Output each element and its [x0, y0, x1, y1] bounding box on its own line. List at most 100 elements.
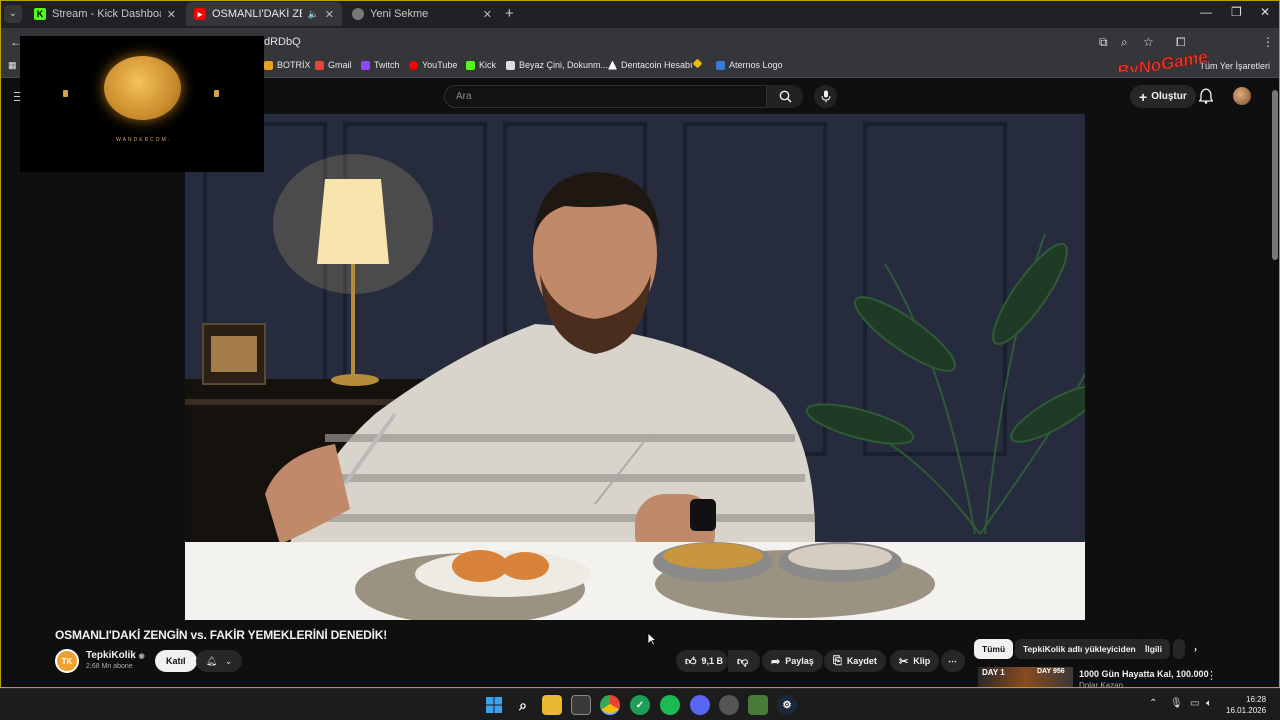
binance-icon	[692, 58, 703, 69]
chevron-down-icon: ⌄	[224, 655, 233, 666]
botrix-icon	[264, 60, 273, 70]
menu-icon[interactable]: ⋮	[1262, 35, 1274, 49]
share-button[interactable]: ➦ Paylaş	[762, 650, 823, 672]
discord-icon[interactable]	[690, 695, 710, 715]
thumbs-up-icon: 👍︎	[685, 655, 697, 668]
recommendation-thumbnail[interactable]: DAY 1 DAY 956	[978, 667, 1073, 689]
overlay-brand-text: .WANDERCOM.	[112, 137, 172, 143]
search-input[interactable]: Ara	[444, 85, 767, 108]
tab-label: Yeni Sekme	[370, 8, 429, 20]
scissors-icon: ✂	[899, 655, 909, 668]
aternos-icon	[716, 60, 725, 70]
moon-logo-icon	[104, 56, 181, 120]
chrome-taskbar-icon[interactable]	[600, 695, 620, 715]
chip-related[interactable]: İlgili	[1137, 639, 1170, 659]
app-green-icon[interactable]: ✓	[630, 695, 650, 715]
notifications-bell-icon[interactable]	[1199, 88, 1213, 104]
chips-next-button[interactable]: ›	[1190, 639, 1201, 659]
speaker-icon[interactable]: 🔈	[308, 9, 319, 20]
channel-name[interactable]: TepkiKolik ◉	[86, 650, 145, 661]
like-button[interactable]: 👍︎ 9,1 B	[676, 650, 728, 672]
gmail-icon	[315, 60, 324, 70]
bynogame-logo: ByNoGame	[1115, 47, 1209, 72]
share-icon: ➦	[771, 655, 781, 668]
tab-kick-dashboard[interactable]: K Stream - Kick Dashboard ✕	[26, 2, 184, 26]
thumb-label-left: DAY 1	[982, 668, 1005, 677]
youtube-icon	[409, 60, 418, 70]
close-tab-icon[interactable]: ✕	[167, 8, 176, 21]
volume-icon[interactable]: 🔈︎	[1206, 698, 1212, 709]
apps-icon[interactable]: ▦	[8, 60, 17, 71]
bookmark-binance[interactable]	[692, 58, 705, 69]
subscribed-notification-button[interactable]: 🔔︎ ⌄	[196, 650, 242, 672]
tab-label: OSMANLI'DAKİ ZENGİN vs.	[212, 8, 302, 20]
create-button[interactable]: + Oluştur	[1130, 85, 1196, 108]
bookmark-kick[interactable]: Kick	[466, 60, 496, 70]
chip-from-uploader[interactable]: TepkiKolik adlı yükleyiciden	[1015, 639, 1144, 659]
steam-icon[interactable]: ⚙	[777, 695, 797, 715]
tab-search-button[interactable]: ⌄	[4, 5, 22, 23]
tab-youtube-video[interactable]: ▸ OSMANLI'DAKİ ZENGİN vs. 🔈 ✕	[186, 2, 342, 26]
bookmark-beyaz-cini[interactable]: Beyaz Çini, Dokunm...	[506, 60, 608, 70]
mouse-cursor-icon	[647, 632, 657, 646]
dislike-button[interactable]: 👎︎	[728, 650, 760, 672]
bookmark-label: Twitch	[374, 60, 400, 70]
page-icon	[506, 60, 515, 70]
dentacoin-icon	[608, 60, 617, 70]
address-bar[interactable]: dRDbQ	[264, 36, 301, 48]
minimize-icon[interactable]: —	[1200, 5, 1212, 19]
voice-search-button[interactable]	[814, 85, 837, 108]
bookmark-label: YouTube	[422, 60, 458, 70]
recommendation-title[interactable]: 1000 Gün Hayatta Kal, 100.000	[1079, 669, 1209, 679]
save-button[interactable]: ⎘ Kaydet	[824, 650, 886, 672]
store-icon[interactable]	[571, 695, 591, 715]
user-avatar[interactable]	[1233, 87, 1251, 105]
bookmark-label: Kick	[479, 60, 497, 70]
bell-icon: 🔔︎	[205, 655, 218, 666]
close-tab-icon[interactable]: ✕	[483, 8, 492, 21]
join-button[interactable]: Katıl	[155, 650, 197, 672]
bookmark-botrix[interactable]: BOTRİX	[264, 60, 311, 70]
restore-icon[interactable]: ❐	[1231, 5, 1242, 19]
video-title: OSMANLI'DAKİ ZENGİN vs. FAKİR YEMEKLERİN…	[55, 628, 387, 642]
like-count: 9,1 B	[701, 656, 724, 666]
close-tab-icon[interactable]: ✕	[325, 8, 334, 21]
channel-avatar[interactable]: TK	[55, 649, 79, 673]
screen: ⌄ K Stream - Kick Dashboard ✕ ▸ OSMANLI'…	[0, 0, 1280, 720]
page-scrollbar[interactable]	[1272, 90, 1278, 260]
tray-mic-icon[interactable]: 🎙︎	[1170, 698, 1183, 709]
spotify-icon[interactable]	[660, 695, 680, 715]
chip-all[interactable]: Tümü	[974, 639, 1014, 659]
kick-icon: K	[34, 8, 46, 20]
clip-button[interactable]: ✂ Klip	[890, 650, 940, 672]
clock-time: 16:28	[1246, 695, 1267, 704]
more-actions-button[interactable]: ⋯	[941, 650, 965, 672]
new-tab-button[interactable]: +	[505, 5, 514, 22]
tray-chevron-up-icon[interactable]: ⌃	[1149, 698, 1157, 709]
tab-label: Stream - Kick Dashboard	[52, 8, 161, 20]
system-clock[interactable]: 16:28 16.01.2026	[1226, 694, 1266, 716]
stream-overlay-logo: .WANDERCOM.	[20, 36, 264, 172]
youtube-icon: ▸	[194, 8, 206, 20]
network-icon[interactable]: ▭	[1190, 698, 1199, 709]
save-label: Kaydet	[846, 656, 877, 666]
taskbar-search-icon[interactable]: ⌕	[513, 695, 533, 715]
bookmark-youtube[interactable]: YouTube	[409, 60, 457, 70]
subscriber-count: 2,68 Mn abone	[86, 663, 133, 670]
chip-partial[interactable]	[1173, 639, 1185, 659]
search-button[interactable]	[767, 85, 803, 108]
kick-icon	[466, 60, 475, 70]
windows-start-icon[interactable]	[484, 695, 504, 715]
tab-new-tab[interactable]: Yeni Sekme ✕	[344, 2, 500, 26]
obs-icon[interactable]	[719, 695, 739, 715]
bookmark-twitch[interactable]: Twitch	[361, 60, 400, 70]
close-window-icon[interactable]: ✕	[1260, 5, 1270, 19]
bookmark-gmail[interactable]: Gmail	[315, 60, 352, 70]
bookmark-dentacoin[interactable]: Dentacoin Hesabı	[608, 60, 693, 70]
file-explorer-icon[interactable]	[542, 695, 562, 715]
video-player[interactable]	[185, 114, 1085, 620]
minecraft-icon[interactable]	[748, 695, 768, 715]
cast-icon[interactable]: ⧉	[1099, 35, 1108, 50]
bookmark-aternos[interactable]: Aternos Logo	[716, 60, 783, 70]
recommendation-more-icon[interactable]: ⋮	[1206, 669, 1217, 682]
